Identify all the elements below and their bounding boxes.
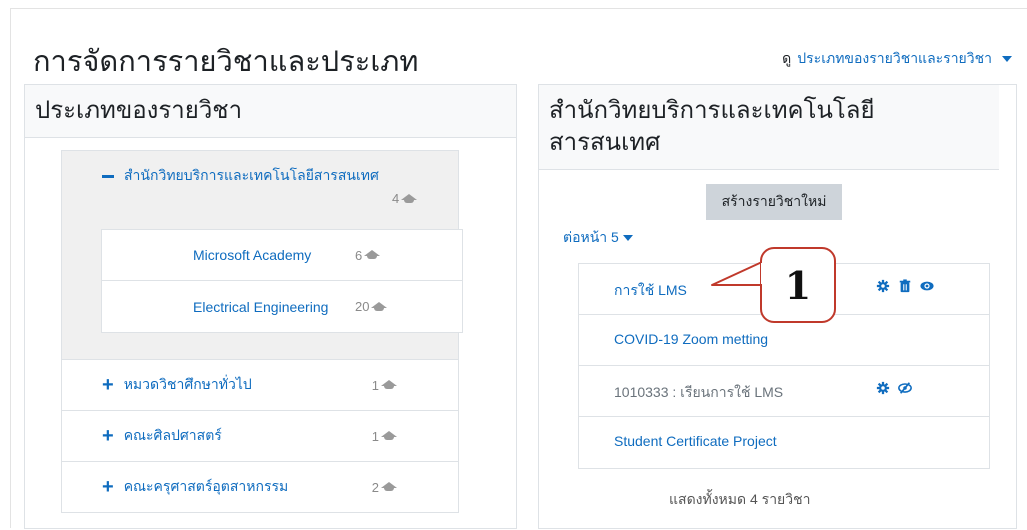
per-page-label[interactable]: ต่อหน้า 5: [563, 227, 619, 249]
gear-icon[interactable]: [876, 279, 890, 293]
expanded-category-link[interactable]: สำนักวิทยบริการและเทคโนโลยีสารสนเทศ: [102, 165, 379, 187]
category-list: สำนักวิทยบริการและเทคโนโลยีสารสนเทศ 4 Mi…: [61, 150, 463, 530]
course-count: 20: [355, 299, 388, 314]
course-actions: [876, 381, 912, 395]
view-link-label[interactable]: ประเภทของรายวิชาและรายวิชา: [797, 48, 992, 70]
expand-icon[interactable]: +: [102, 426, 114, 446]
course-name[interactable]: COVID-19 Zoom metting: [614, 331, 768, 347]
category-panel: ประเภทของรายวิชา สำนักวิทยบริการและเทคโน…: [24, 84, 517, 529]
course-count: 6: [355, 247, 381, 263]
subcategory-list: Microsoft Academy 6 Electrical Engineeri…: [101, 229, 463, 333]
course-count-value: 2: [371, 479, 379, 495]
course-count: 1: [372, 429, 397, 444]
view-menu-link[interactable]: ดู ประเภทของรายวิชาและรายวิชา: [782, 48, 1012, 70]
list-item[interactable]: Electrical Engineering 20: [102, 281, 462, 332]
category-label[interactable]: คณะครุศาสตร์อุตสาหกรรม: [124, 476, 372, 498]
trash-icon[interactable]: [898, 279, 912, 293]
category-label[interactable]: คณะศิลปศาสตร์: [124, 425, 372, 447]
course-count-value: 6: [355, 247, 363, 263]
graduation-cap-icon: [380, 380, 397, 390]
subcategory-label[interactable]: Microsoft Academy: [193, 247, 355, 263]
expanded-category: สำนักวิทยบริการและเทคโนโลยีสารสนเทศ 4 Mi…: [61, 150, 463, 360]
expanded-category-label[interactable]: สำนักวิทยบริการและเทคโนโลยีสารสนเทศ: [124, 165, 379, 187]
graduation-cap-icon: [380, 482, 397, 492]
course-count-value: 20: [355, 299, 370, 314]
view-prefix: ดู: [782, 50, 792, 66]
course-name[interactable]: 1010333 : เรียนการใช้ LMS: [614, 382, 783, 404]
graduation-cap-icon: [401, 193, 418, 204]
course-count: 4: [392, 191, 418, 206]
eye-slash-icon[interactable]: [898, 381, 912, 395]
course-count: 1: [372, 378, 397, 393]
collapse-icon[interactable]: [102, 174, 114, 178]
subcategory-label[interactable]: Electrical Engineering: [193, 299, 355, 315]
graduation-cap-icon: [371, 301, 388, 312]
eye-icon[interactable]: [920, 279, 934, 293]
table-row[interactable]: Student Certificate Project: [579, 417, 989, 468]
course-count-value: 1: [371, 428, 379, 444]
expand-icon[interactable]: +: [102, 477, 114, 497]
per-page-dropdown[interactable]: ต่อหน้า 5: [563, 227, 633, 249]
expand-icon[interactable]: +: [102, 375, 114, 395]
list-item[interactable]: + คณะครุศาสตร์อุตสาหกรรม 2: [61, 462, 459, 513]
chevron-down-icon[interactable]: [1002, 56, 1012, 62]
list-item[interactable]: + คณะศิลปศาสตร์ 1: [61, 411, 459, 462]
callout-marker: 1: [760, 247, 836, 323]
graduation-cap-icon: [380, 431, 397, 441]
course-actions: [876, 279, 934, 293]
course-count-value: 1: [371, 377, 379, 393]
list-item[interactable]: + หมวดวิชาศึกษาทั่วไป 1: [61, 360, 459, 411]
create-course-button[interactable]: สร้างรายวิชาใหม่: [706, 184, 842, 220]
category-label[interactable]: หมวดวิชาศึกษาทั่วไป: [124, 374, 372, 396]
graduation-cap-icon: [364, 250, 381, 260]
course-panel-heading: สำนักวิทยบริการและเทคโนโลยีสารสนเทศ: [539, 85, 999, 170]
course-count: 2: [372, 480, 397, 495]
course-name[interactable]: Student Certificate Project: [614, 433, 777, 449]
gear-icon[interactable]: [876, 381, 890, 395]
course-count-value: 4: [392, 191, 400, 206]
chevron-down-icon[interactable]: [622, 235, 633, 241]
course-total-text: แสดงทั้งหมด 4 รายวิชา: [669, 491, 811, 507]
course-name[interactable]: การใช้ LMS: [614, 280, 687, 302]
table-row[interactable]: 1010333 : เรียนการใช้ LMS: [579, 366, 989, 417]
category-panel-heading: ประเภทของรายวิชา: [25, 85, 516, 138]
page-title: การจัดการรายวิชาและประเภท: [33, 46, 419, 78]
list-item[interactable]: Microsoft Academy 6: [102, 230, 462, 281]
